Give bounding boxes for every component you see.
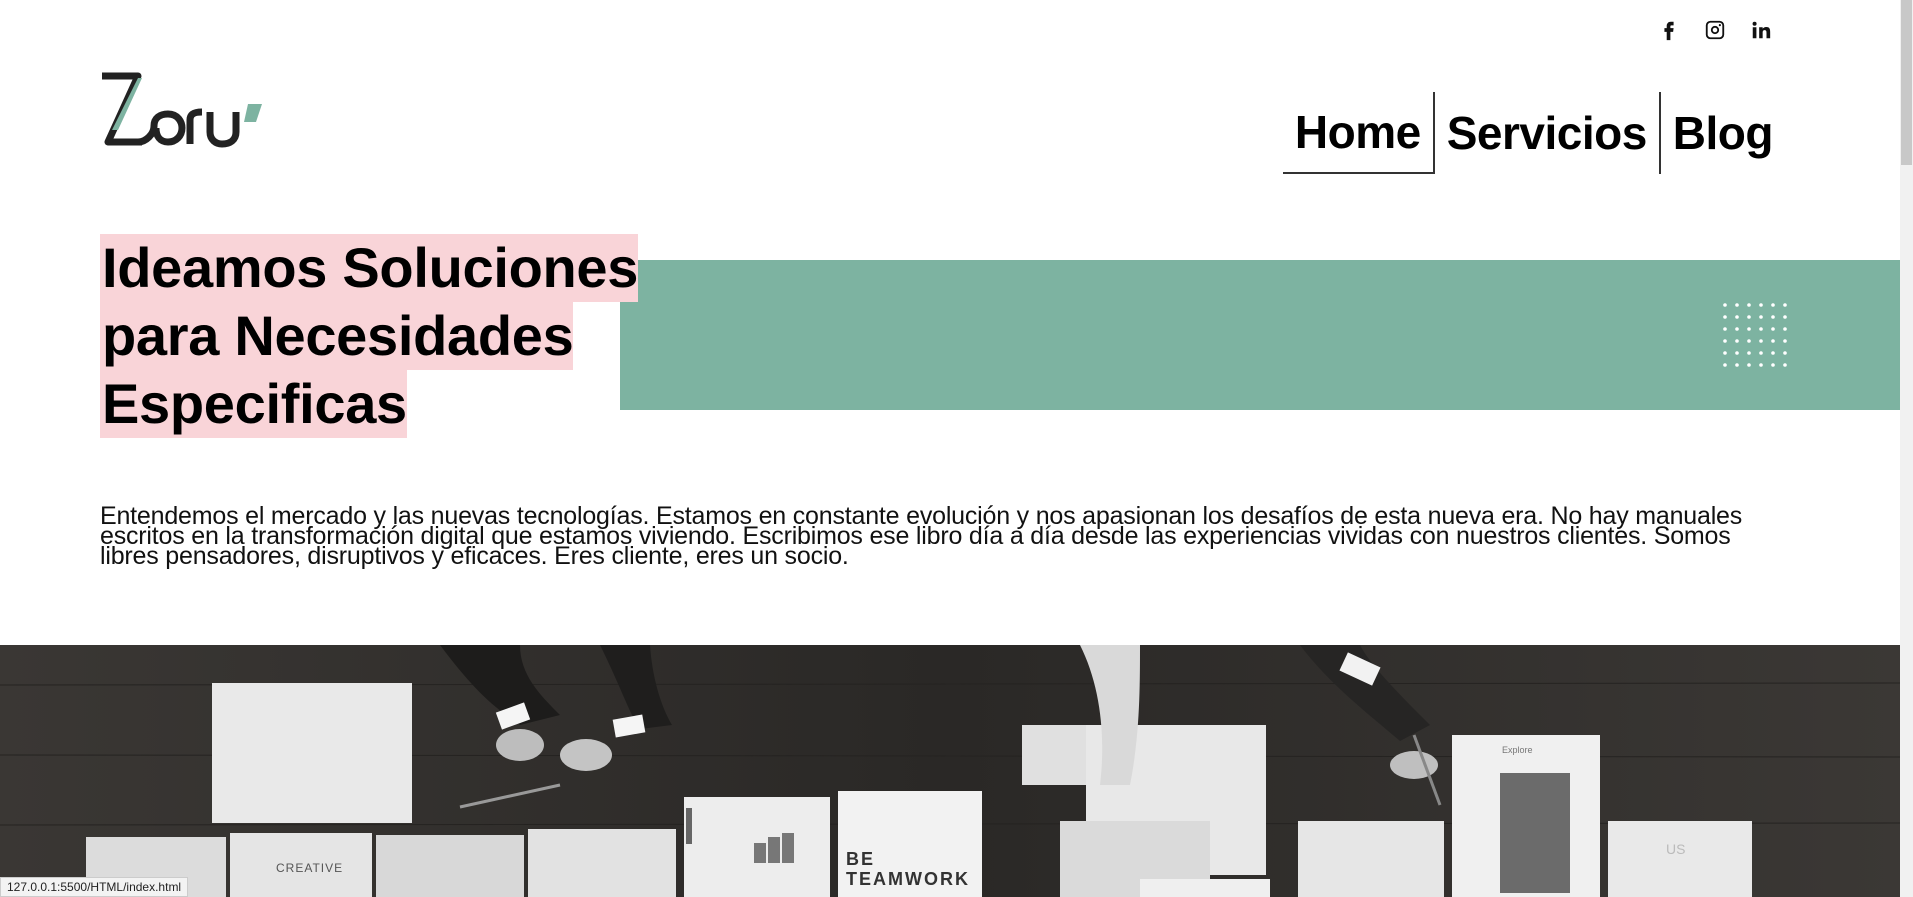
hero-title-line: Especificas	[100, 370, 407, 438]
logo-mark	[102, 72, 262, 148]
paper-card-explore: Explore	[1502, 745, 1533, 755]
paper-card-teamwork-line1: BE	[846, 849, 876, 869]
team-desk-illustration	[0, 645, 1900, 897]
dot-grid-decoration	[1723, 303, 1787, 367]
paper-card-us: US	[1666, 841, 1686, 857]
paper-card-creative: CREATIVE	[276, 861, 344, 875]
instagram-icon[interactable]	[1703, 18, 1727, 42]
main-nav: Home Servicios Blog	[1282, 92, 1785, 174]
hero-title-line: Ideamos Soluciones	[100, 234, 638, 302]
hero-photo: CREATIVE BE TEAMWORK Explore US	[0, 645, 1900, 897]
nav-home[interactable]: Home	[1282, 92, 1433, 174]
logo-text: Zoru	[268, 70, 269, 71]
link-status-bar: 127.0.0.1:5500/HTML/index.html	[0, 877, 189, 897]
social-links	[1657, 18, 1773, 42]
intro-line: libres pensadores, disruptivos y eficace…	[100, 542, 849, 570]
nav-servicios[interactable]: Servicios	[1435, 92, 1659, 174]
hero-title: Ideamos Soluciones para Necesidades Espe…	[100, 234, 638, 438]
nav-blog[interactable]: Blog	[1661, 92, 1785, 174]
logo[interactable]: Zoru	[98, 70, 268, 154]
hero-accent-band	[620, 260, 1900, 410]
paper-card-teamwork-line2: TEAMWORK	[846, 869, 970, 889]
linkedin-icon[interactable]	[1749, 18, 1773, 42]
intro-paragraph: Entendemos el mercado y las nuevas tecno…	[100, 504, 1760, 569]
page-scrollbar[interactable]	[1900, 0, 1913, 897]
facebook-icon[interactable]	[1657, 18, 1681, 42]
hero-title-line: para Necesidades	[100, 302, 574, 370]
scrollbar-thumb[interactable]	[1901, 0, 1912, 165]
